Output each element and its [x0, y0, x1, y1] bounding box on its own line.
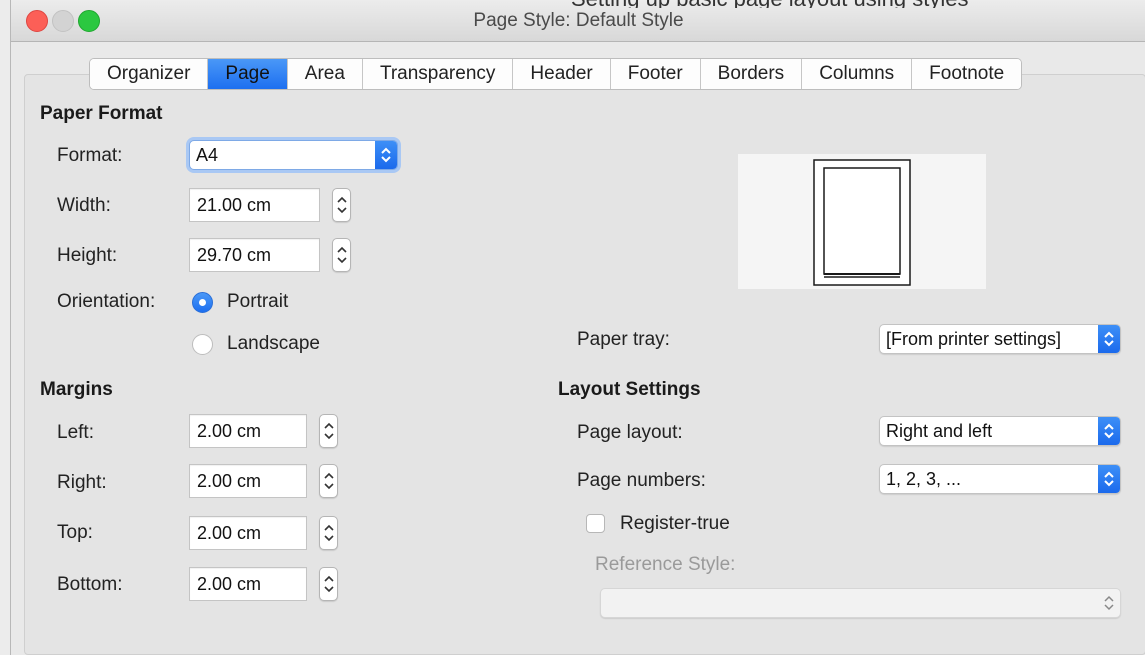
reference-style-select	[600, 588, 1121, 618]
width-label: Width:	[57, 195, 111, 216]
tab-bar: Organizer Page Area Transparency Header …	[89, 58, 1023, 90]
stepper-arrows-icon	[324, 575, 334, 593]
height-field[interactable]: 29.70 cm	[189, 238, 320, 272]
left-margin-stepper[interactable]	[319, 414, 338, 448]
tab-columns[interactable]: Columns	[802, 59, 913, 89]
tab-area[interactable]: Area	[287, 59, 363, 89]
height-stepper[interactable]	[332, 238, 351, 272]
width-field[interactable]: 21.00 cm	[189, 188, 320, 222]
paper-tray-select[interactable]: [From printer settings]	[879, 324, 1121, 354]
page-layout-value: Right and left	[886, 421, 993, 441]
tab-footer[interactable]: Footer	[610, 59, 701, 89]
background-document-text: Setting up basic page layout using style…	[571, 0, 971, 8]
page-numbers-select[interactable]: 1, 2, 3, ...	[879, 464, 1121, 494]
top-margin-label: Top:	[57, 522, 93, 543]
orientation-label: Orientation:	[57, 291, 156, 312]
right-margin-field[interactable]: 2.00 cm	[189, 464, 307, 498]
chevron-updown-icon	[1098, 465, 1120, 493]
left-margin-label: Left:	[57, 422, 94, 443]
paper-format-heading: Paper Format	[40, 103, 163, 124]
format-select[interactable]: A4	[189, 140, 398, 170]
page-numbers-label: Page numbers:	[577, 470, 706, 491]
page-layout-select[interactable]: Right and left	[879, 416, 1121, 446]
register-true-label[interactable]: Register-true	[620, 513, 730, 535]
stepper-arrows-icon	[324, 472, 334, 490]
landscape-radio[interactable]	[192, 334, 213, 355]
chevron-updown-icon	[1098, 325, 1120, 353]
chevron-updown-icon	[1098, 589, 1120, 617]
tab-organizer[interactable]: Organizer	[90, 59, 209, 89]
landscape-label[interactable]: Landscape	[227, 333, 320, 355]
height-label: Height:	[57, 245, 118, 266]
title-bar[interactable]: Setting up basic page layout using style…	[11, 0, 1145, 42]
tab-footnote[interactable]: Footnote	[912, 59, 1022, 89]
tab-borders[interactable]: Borders	[700, 59, 803, 89]
page-preview-icon	[813, 159, 911, 286]
paper-tray-label: Paper tray:	[577, 329, 670, 350]
format-label: Format:	[57, 145, 123, 166]
page-style-dialog: Setting up basic page layout using style…	[10, 0, 1145, 655]
right-margin-label: Right:	[57, 472, 107, 493]
right-margin-stepper[interactable]	[319, 464, 338, 498]
bottom-margin-stepper[interactable]	[319, 567, 338, 601]
margins-heading: Margins	[40, 379, 113, 400]
top-margin-stepper[interactable]	[319, 516, 338, 550]
reference-style-label: Reference Style:	[595, 554, 736, 575]
register-true-checkbox[interactable]	[586, 514, 605, 533]
page-preview	[738, 154, 986, 289]
page-numbers-value: 1, 2, 3, ...	[886, 469, 962, 489]
window-title: Page Style: Default Style	[473, 10, 684, 31]
width-stepper[interactable]	[332, 188, 351, 222]
chevron-updown-icon	[1098, 417, 1120, 445]
bottom-margin-field[interactable]: 2.00 cm	[189, 567, 307, 601]
chevron-updown-icon	[375, 141, 397, 169]
stepper-arrows-icon	[337, 246, 347, 264]
bottom-margin-label: Bottom:	[57, 574, 123, 595]
layout-settings-heading: Layout Settings	[558, 379, 701, 400]
tab-transparency[interactable]: Transparency	[362, 59, 514, 89]
tab-header[interactable]: Header	[513, 59, 611, 89]
stepper-arrows-icon	[337, 196, 347, 214]
portrait-label[interactable]: Portrait	[227, 291, 288, 313]
top-margin-field[interactable]: 2.00 cm	[189, 516, 307, 550]
paper-tray-value: [From printer settings]	[886, 329, 1062, 349]
stepper-arrows-icon	[324, 524, 334, 542]
tab-page[interactable]: Page	[208, 59, 288, 89]
stepper-arrows-icon	[324, 422, 334, 440]
page-layout-label: Page layout:	[577, 422, 683, 443]
portrait-radio[interactable]	[192, 292, 213, 313]
left-margin-field[interactable]: 2.00 cm	[189, 414, 307, 448]
format-value: A4	[196, 145, 219, 165]
